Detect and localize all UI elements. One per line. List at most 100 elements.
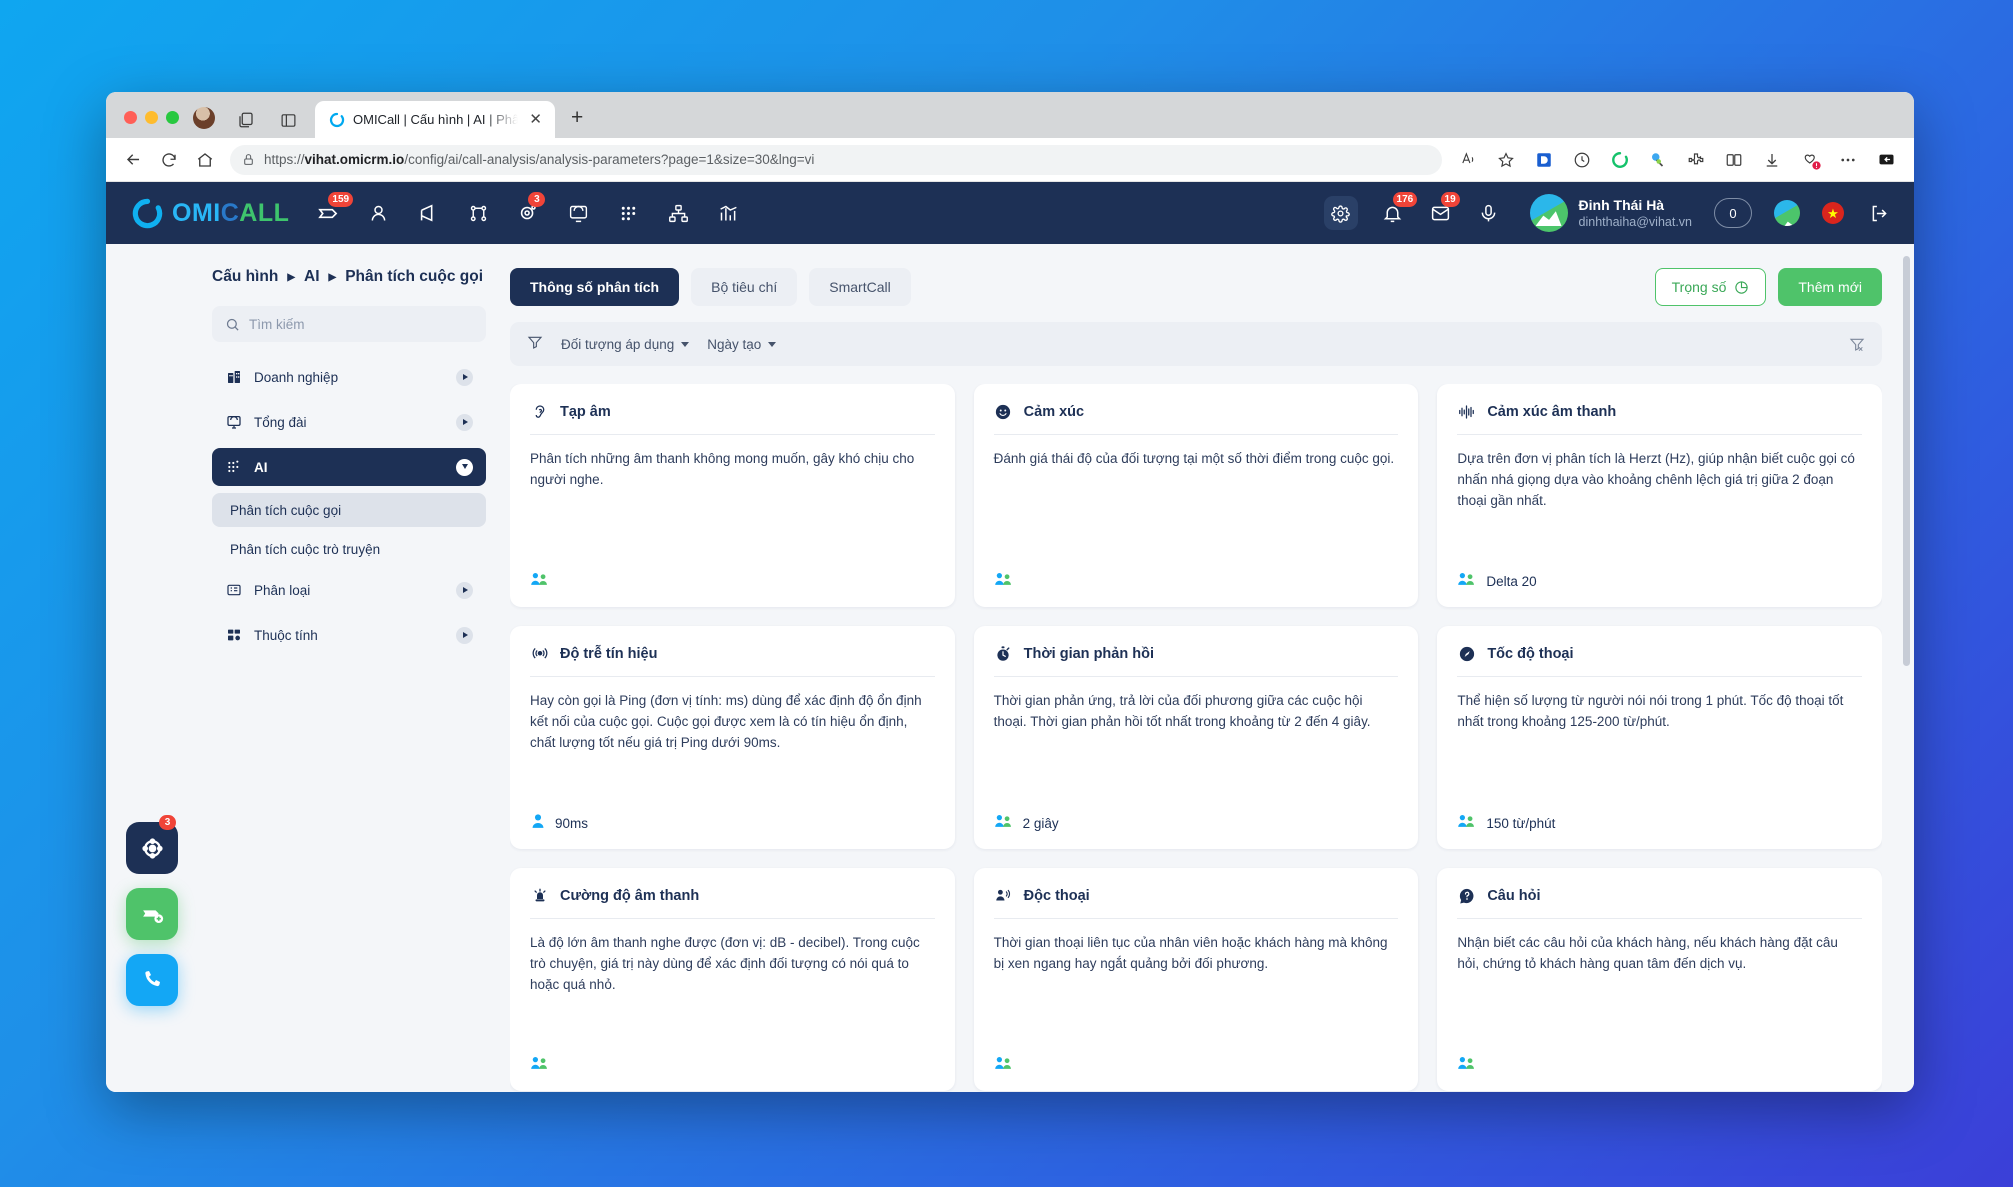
notifications-icon[interactable]: 176 bbox=[1380, 192, 1418, 226]
card-description: Thời gian phản ứng, trả lời của đối phươ… bbox=[993, 693, 1371, 729]
split-screen-icon[interactable] bbox=[1722, 149, 1746, 171]
card-title: Câu hỏi bbox=[1487, 887, 1541, 904]
sidebar-search[interactable] bbox=[212, 306, 486, 342]
breadcrumb-item-2: Phân tích cuộc gọi bbox=[345, 268, 484, 285]
automation-icon[interactable]: 3 bbox=[515, 192, 546, 226]
sidebar-item-phan-loai[interactable]: Phân loại bbox=[212, 571, 486, 609]
floating-action-buttons: 3 bbox=[126, 815, 178, 1006]
user-profile[interactable]: Đinh Thái Hà dinhthaiha@vihat.vn bbox=[1529, 194, 1692, 232]
card-title: Độc thoại bbox=[1023, 887, 1090, 904]
sidebar-subitem-phan-tich-cuoc-goi[interactable]: Phân tích cuộc gọi bbox=[212, 493, 486, 527]
gear-icon[interactable] bbox=[1323, 196, 1358, 230]
switchboard-icon[interactable] bbox=[565, 200, 591, 226]
page-scrollbar[interactable] bbox=[1903, 256, 1910, 666]
org-chart-icon[interactable] bbox=[665, 200, 691, 226]
card-footer bbox=[994, 1055, 1399, 1075]
filter-clear-icon[interactable] bbox=[1849, 336, 1865, 352]
vn-flag-icon[interactable]: ★ bbox=[1822, 202, 1844, 224]
ticket-fab[interactable] bbox=[126, 888, 178, 940]
counter-badge[interactable]: 0 bbox=[1714, 198, 1752, 228]
card-divider bbox=[1457, 434, 1862, 435]
extension-plug-icon[interactable] bbox=[1646, 149, 1670, 171]
call-fab[interactable] bbox=[126, 954, 178, 1006]
star-icon[interactable] bbox=[1494, 149, 1518, 171]
breadcrumb-item-0[interactable]: Cấu hình bbox=[212, 268, 278, 286]
parameter-card-5[interactable]: Tốc độ thoại Thể hiện số lượng từ người … bbox=[1437, 626, 1882, 849]
new-tab-button[interactable]: + bbox=[571, 107, 583, 128]
tab-collections-icon[interactable] bbox=[233, 111, 259, 129]
two-people-icon bbox=[1457, 571, 1477, 591]
reload-icon[interactable] bbox=[158, 149, 180, 171]
settings-fab[interactable]: 3 bbox=[126, 815, 178, 874]
attributes-icon bbox=[225, 627, 243, 643]
parameter-card-4[interactable]: Thời gian phản hồi Thời gian phản ứng, t… bbox=[973, 626, 1419, 849]
analytics-icon[interactable] bbox=[715, 200, 741, 226]
close-tab-button[interactable]: ✕ bbox=[526, 110, 545, 129]
breadcrumb-item-1[interactable]: AI bbox=[304, 268, 320, 286]
home-icon[interactable] bbox=[194, 149, 216, 171]
sidebar-subitem-phan-tich-cuoc-tro-truyen[interactable]: Phân tích cuộc trò truyện bbox=[212, 532, 486, 566]
parameter-card-6[interactable]: Cường độ âm thanh Là độ lớn âm thanh ngh… bbox=[510, 868, 955, 1091]
tab-bo-tieu-chi[interactable]: Bộ tiêu chí bbox=[691, 268, 798, 306]
browser-tab[interactable]: OMICall | Cấu hình | AI | Phân tí ✕ bbox=[315, 101, 555, 138]
more-options-icon[interactable] bbox=[1836, 149, 1860, 171]
filter-doi-tuong-ap-dung[interactable]: Đối tượng áp dụng bbox=[561, 337, 690, 352]
apps-grid-icon[interactable] bbox=[615, 200, 641, 226]
filter-icon[interactable] bbox=[527, 334, 543, 355]
close-window-button[interactable] bbox=[124, 111, 137, 124]
address-bar-url: https://vihat.omicrm.io/config/ai/call-a… bbox=[264, 152, 815, 167]
headset-icon[interactable] bbox=[1476, 200, 1502, 226]
pie-chart-icon bbox=[1735, 280, 1749, 294]
card-divider bbox=[530, 918, 935, 919]
collections-heart-icon[interactable] bbox=[1798, 149, 1822, 171]
weight-button[interactable]: Trọng số bbox=[1654, 268, 1767, 306]
extension-grammarly-icon[interactable] bbox=[1608, 149, 1632, 171]
browser-profile-avatar[interactable] bbox=[193, 107, 215, 129]
sidebar-item-tong-dai[interactable]: Tổng đài bbox=[212, 403, 486, 441]
back-arrow-icon[interactable] bbox=[122, 149, 144, 171]
org-avatar[interactable] bbox=[1774, 200, 1800, 226]
parameter-card-7[interactable]: Độc thoại Thời gian thoại liên tục của n… bbox=[973, 868, 1419, 1091]
mail-icon[interactable]: 19 bbox=[1428, 192, 1460, 226]
parameter-card-0[interactable]: Tạp âm Phân tích những âm thanh không mo… bbox=[510, 384, 955, 607]
minimize-window-button[interactable] bbox=[145, 111, 158, 124]
parameter-card-2[interactable]: Cảm xúc âm thanh Dựa trên đơn vị phân tí… bbox=[1437, 384, 1882, 607]
window-controls bbox=[118, 111, 191, 138]
history-clock-icon[interactable] bbox=[1570, 149, 1594, 171]
campaign-icon[interactable] bbox=[415, 200, 441, 226]
search-input[interactable] bbox=[249, 316, 473, 332]
user-email: dinhthaiha@vihat.vn bbox=[1578, 214, 1692, 229]
sidebar-item-label: Tổng đài bbox=[254, 414, 307, 430]
filter-ngay-tao[interactable]: Ngày tạo bbox=[707, 336, 777, 352]
tab-smartcall[interactable]: SmartCall bbox=[809, 268, 911, 306]
sidebar-item-thuoc-tinh[interactable]: Thuộc tính bbox=[212, 616, 486, 654]
omicall-logo[interactable]: OMICALL bbox=[132, 198, 289, 229]
card-divider bbox=[530, 676, 935, 677]
sidebar-item-ai[interactable]: AI bbox=[212, 448, 486, 486]
search-icon bbox=[226, 318, 239, 331]
parameter-card-3[interactable]: Độ trễ tín hiệu Hay còn gọi là Ping (đơn… bbox=[510, 626, 955, 849]
tab-thong-so-phan-tich[interactable]: Thông số phân tích bbox=[510, 268, 680, 306]
filter-label: Ngày tạo bbox=[707, 336, 762, 352]
card-description: Thời gian thoại liên tục của nhân viên h… bbox=[993, 935, 1388, 971]
maximize-window-button[interactable] bbox=[166, 111, 179, 124]
extension-d-icon[interactable] bbox=[1532, 149, 1556, 171]
contacts-icon[interactable] bbox=[365, 200, 391, 226]
card-title: Độ trễ tín hiệu bbox=[560, 645, 658, 662]
workflow-icon[interactable] bbox=[465, 200, 491, 226]
mail-badge: 19 bbox=[1440, 192, 1460, 207]
downloads-icon[interactable] bbox=[1760, 149, 1784, 171]
read-aloud-icon[interactable] bbox=[1456, 149, 1480, 171]
add-new-button[interactable]: Thêm mới bbox=[1778, 268, 1882, 306]
sidebar-item-doanh-nghiep[interactable]: Doanh nghiệp bbox=[212, 358, 486, 396]
tab-sidebar-icon[interactable] bbox=[275, 112, 301, 129]
tickets-badge: 159 bbox=[328, 192, 354, 207]
two-people-icon bbox=[530, 571, 550, 591]
address-bar[interactable]: https://vihat.omicrm.io/config/ai/call-a… bbox=[230, 144, 1442, 175]
sidebar-toggle-icon[interactable] bbox=[1874, 149, 1898, 171]
parameter-card-8[interactable]: Câu hỏi Nhận biết các câu hỏi của khách … bbox=[1437, 868, 1882, 1091]
logout-icon[interactable] bbox=[1866, 200, 1892, 226]
tickets-icon[interactable]: 159 bbox=[315, 192, 354, 226]
parameter-card-1[interactable]: Cảm xúc Đánh giá thái độ của đối tượng t… bbox=[973, 384, 1419, 607]
extensions-puzzle-icon[interactable] bbox=[1684, 149, 1708, 171]
